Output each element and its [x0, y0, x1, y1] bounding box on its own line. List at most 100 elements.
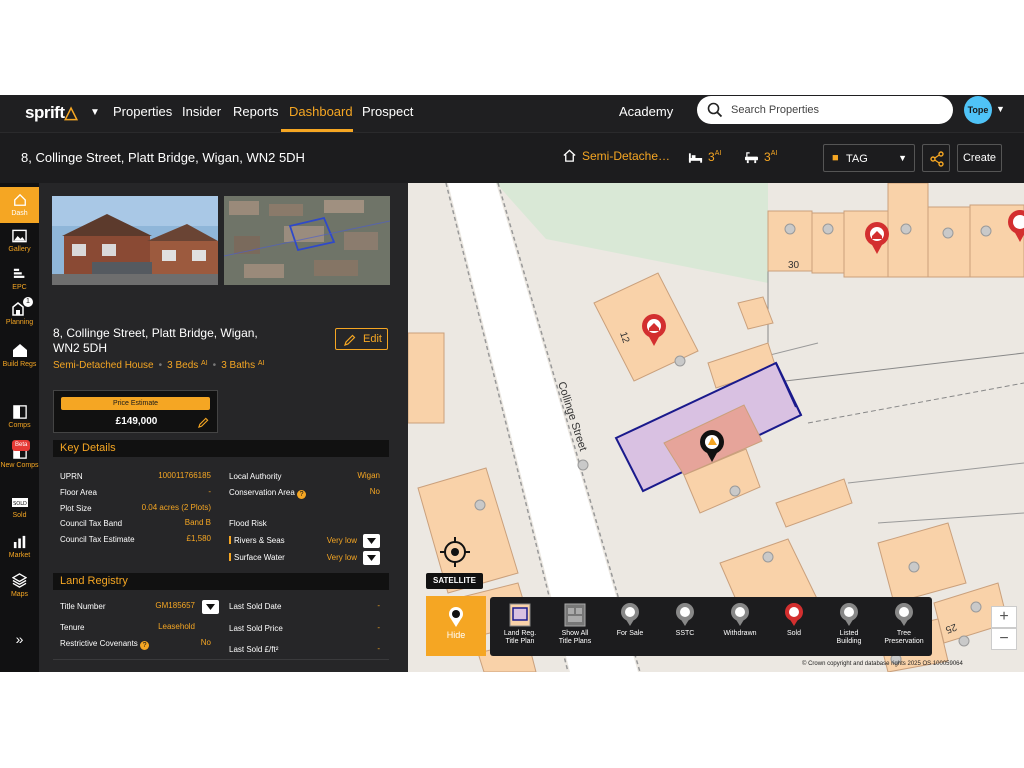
rail-epc[interactable]: EPC	[0, 267, 39, 292]
listed-building-pin-icon	[840, 603, 858, 626]
zoom-in-button[interactable]: +	[991, 606, 1017, 628]
search-input[interactable]	[731, 101, 941, 119]
search-icon	[707, 102, 723, 118]
map-layers-toolbar: Land Reg. Title Plan Show All Title Plans …	[490, 597, 932, 656]
layer-tree-preservation[interactable]: Tree Preservation	[880, 603, 928, 646]
map-pin-icon	[449, 607, 463, 627]
avatar-caret-icon[interactable]: ▼	[996, 104, 1005, 114]
price-estimate-card[interactable]: Price Estimate £149,000	[53, 390, 218, 433]
svg-text:SOLD: SOLD	[13, 501, 27, 507]
plot-size-label: Plot Size	[60, 504, 92, 513]
pencil-icon[interactable]	[198, 417, 209, 428]
chevron-down-icon	[367, 538, 376, 544]
floor-area-value: -	[208, 487, 211, 496]
property-details-panel: 8, Collinge Street, Platt Bridge, Wigan,…	[39, 183, 408, 672]
bar-chart-icon	[13, 535, 25, 549]
withdrawn-pin-icon	[731, 603, 749, 626]
rivers-seas-dropdown[interactable]	[363, 534, 380, 548]
nav-prospect[interactable]: Prospect	[362, 104, 413, 119]
satellite-toggle[interactable]: SATELLITE	[426, 573, 483, 589]
beds-stat: 3AI	[688, 150, 721, 164]
last-sold-date-label: Last Sold Date	[229, 602, 282, 611]
price-estimate-label: Price Estimate	[61, 397, 210, 410]
bath-icon	[745, 152, 758, 164]
building	[408, 332, 445, 424]
last-sold-date-value: -	[377, 601, 380, 610]
conservation-area-value: No	[369, 487, 380, 496]
local-authority-value: Wigan	[357, 471, 380, 480]
rail-sold[interactable]: SOLD Sold	[0, 495, 39, 520]
title-number-value[interactable]: GM185657	[155, 601, 195, 610]
layer-show-all-title-plans[interactable]: Show All Title Plans	[551, 603, 599, 646]
surface-water-value: Very low	[326, 553, 357, 562]
bed-icon	[688, 153, 703, 163]
divider	[53, 659, 389, 660]
user-avatar[interactable]: Tope	[964, 96, 992, 124]
rail-build-regs[interactable]: Build Regs	[0, 343, 39, 369]
title-number-dropdown[interactable]	[202, 600, 219, 614]
nav-academy[interactable]: Academy	[619, 104, 673, 119]
rail-comps[interactable]: Comps	[0, 405, 39, 430]
price-estimate-value: £149,000	[115, 416, 158, 427]
last-sold-sqft-label: Last Sold £/ft²	[229, 645, 279, 654]
zoom-out-button[interactable]: −	[991, 628, 1017, 650]
hide-layers-button[interactable]: Hide	[426, 596, 486, 656]
share-button[interactable]	[922, 144, 950, 172]
layer-listed-building[interactable]: Listed Building	[825, 603, 873, 646]
sold-pin-icon	[785, 603, 803, 626]
title-number-label: Title Number	[60, 602, 106, 611]
key-details-header: Key Details	[53, 440, 389, 457]
rail-planning[interactable]: 1 Planning	[0, 297, 39, 327]
nav-properties[interactable]: Properties	[113, 104, 172, 119]
house-number-label: 30	[788, 260, 800, 271]
surface-water-dropdown[interactable]	[363, 551, 380, 565]
conservation-area-label: Conservation Area ?	[229, 488, 307, 499]
rail-maps[interactable]: Maps	[0, 573, 39, 599]
layer-for-sale[interactable]: For Sale	[606, 603, 654, 638]
rivers-seas-value: Very low	[326, 536, 357, 545]
nav-reports[interactable]: Reports	[233, 104, 279, 119]
help-icon[interactable]: ?	[140, 641, 150, 650]
beta-badge: Beta	[12, 440, 31, 451]
restrictive-covenants-label: Restrictive Covenants ?	[60, 639, 150, 650]
notification-badge: 1	[23, 297, 33, 307]
create-button[interactable]: Create	[957, 144, 1002, 172]
uprn-label: UPRN	[60, 472, 83, 481]
sstc-pin-icon	[676, 603, 694, 626]
layer-land-reg-title-plan[interactable]: Land Reg. Title Plan	[496, 603, 544, 646]
sprift-logo[interactable]: sprift△	[25, 103, 78, 123]
last-sold-price-value: -	[377, 623, 380, 632]
flood-risk-label: Flood Risk	[229, 519, 267, 528]
property-satellite-photo[interactable]	[224, 196, 390, 285]
tag-label: TAG	[846, 153, 868, 165]
rail-gallery[interactable]: Gallery	[0, 229, 39, 254]
help-icon[interactable]: ?	[297, 490, 307, 499]
home-icon	[13, 193, 26, 206]
layer-withdrawn[interactable]: Withdrawn	[716, 603, 764, 638]
baths-stat: 3AI	[744, 150, 777, 164]
edit-button[interactable]: Edit	[335, 328, 388, 350]
tag-dropdown[interactable]: ■ TAG ▼	[823, 144, 915, 172]
uprn-value: 100011766185	[158, 471, 211, 480]
all-title-plans-icon	[564, 603, 586, 627]
property-type: Semi-Detache…	[562, 148, 670, 163]
rail-market[interactable]: Market	[0, 535, 39, 560]
plot-boundary	[807, 382, 1024, 424]
layer-sold[interactable]: Sold	[770, 603, 818, 638]
nav-dashboard[interactable]: Dashboard	[289, 104, 353, 119]
nav-insider[interactable]: Insider	[182, 104, 221, 119]
property-street-photo[interactable]	[52, 196, 218, 285]
rail-dash[interactable]: Dash	[0, 187, 39, 223]
chevron-down-icon	[206, 604, 215, 610]
rail-new-comps[interactable]: Beta New Comps	[0, 440, 39, 470]
last-sold-price-label: Last Sold Price	[229, 624, 283, 633]
building	[927, 206, 971, 278]
tenure-label: Tenure	[60, 623, 85, 632]
title-plan-icon	[509, 603, 531, 627]
layer-sstc[interactable]: SSTC	[661, 603, 709, 638]
surface-water-label: Surface Water	[229, 553, 285, 562]
logo-menu-caret-icon[interactable]: ▼	[90, 107, 100, 118]
green-space	[496, 183, 768, 283]
expand-rail-button[interactable]: »	[0, 632, 39, 646]
search-box[interactable]	[697, 96, 953, 124]
